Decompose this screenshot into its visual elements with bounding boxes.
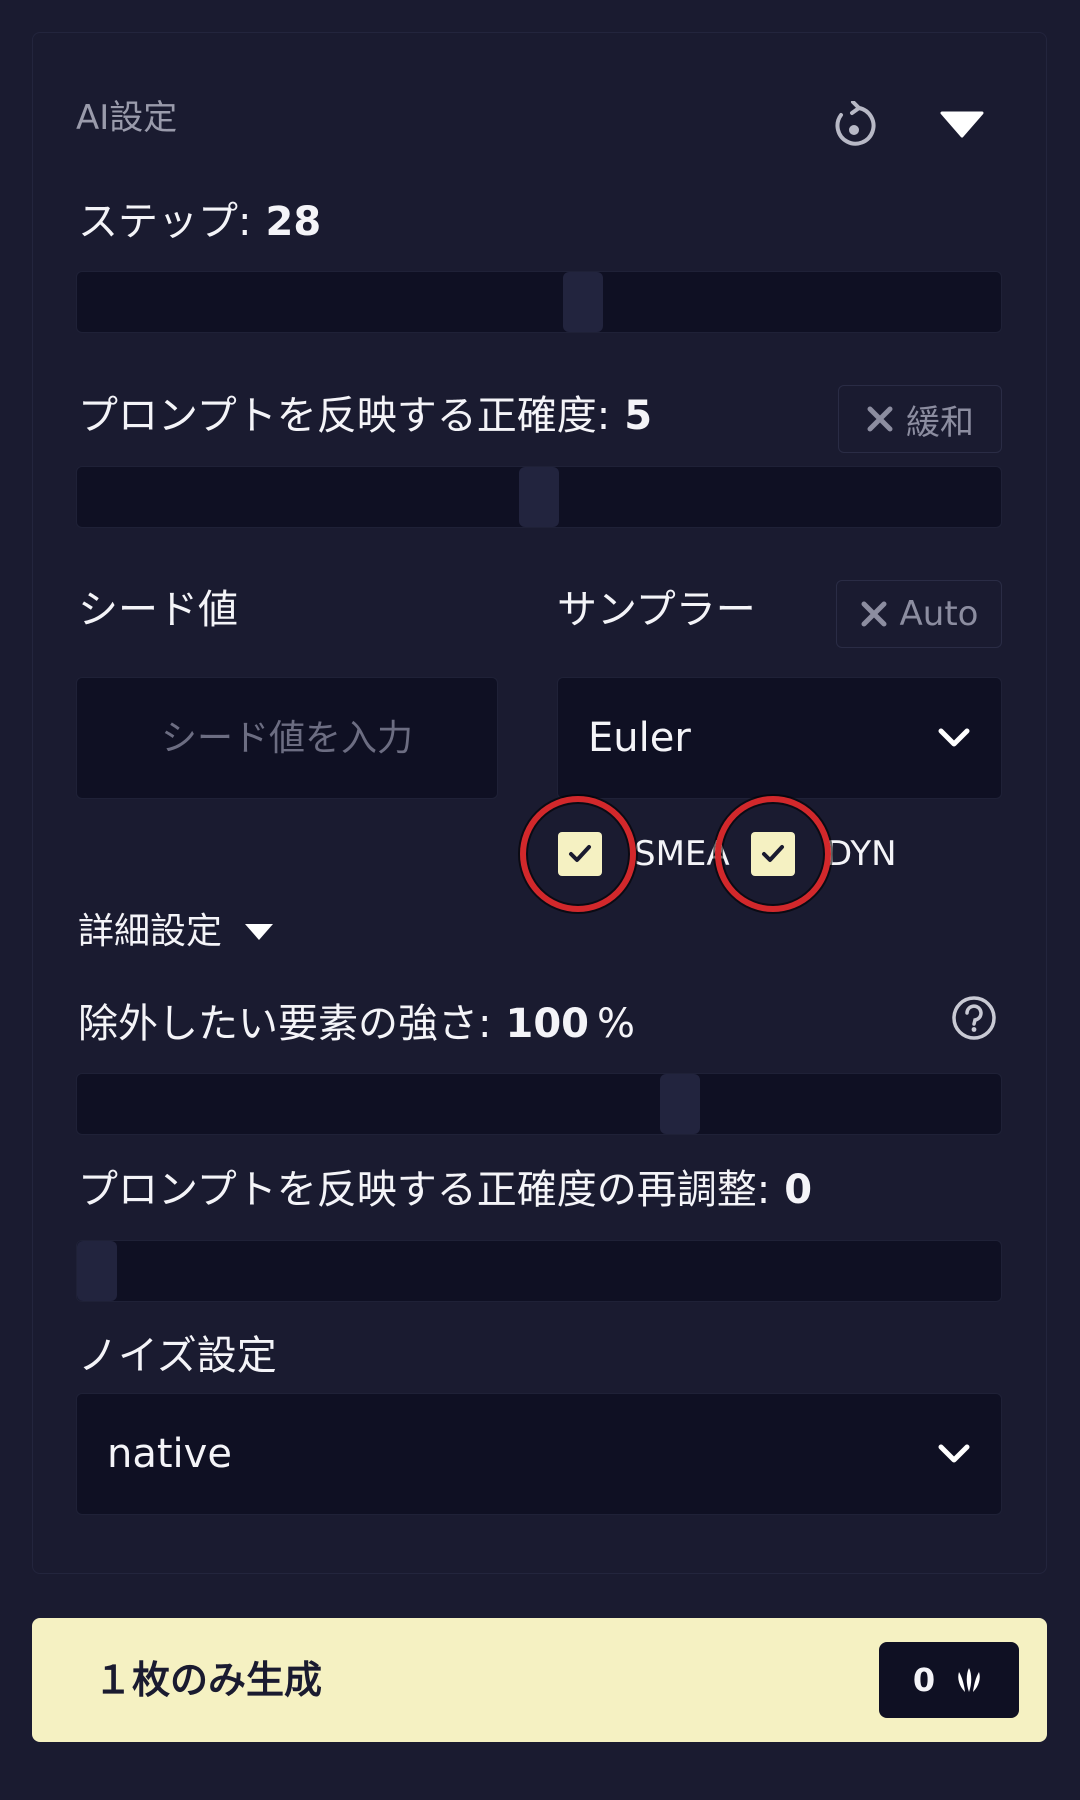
negative-strength-value: 100 [505,1001,589,1047]
noise-selected-value: native [107,1431,232,1477]
panel-title: AI設定 [76,98,178,138]
reset-icon [835,101,876,146]
cfg-rescale-value: 0 [784,1167,813,1213]
negative-strength-label-text: 除外したい要素の強さ: [78,1001,492,1047]
sampler-selected-value: Euler [588,715,691,761]
generate-button[interactable]: １枚のみ生成 0 [32,1618,1047,1742]
help-button[interactable] [950,994,998,1042]
steps-value: 28 [265,199,322,245]
smea-checkbox[interactable] [558,832,602,876]
cfg-label-text: プロンプトを反映する正確度: [78,393,611,439]
steps-slider[interactable] [76,271,1002,333]
caret-down-icon [940,111,984,138]
help-icon [952,996,996,1040]
cfg-rescale-slider-thumb[interactable] [77,1241,117,1301]
sampler-auto-chip-label: Auto [899,594,979,634]
steps-label: ステップ: 28 [78,196,321,248]
negative-strength-unit: % [596,1001,635,1047]
collapse-button[interactable] [934,100,990,148]
cfg-label: プロンプトを反映する正確度: 5 [78,390,652,442]
negative-strength-slider[interactable] [76,1073,1002,1135]
noise-label: ノイズ設定 [78,1333,277,1379]
advanced-settings-label: 詳細設定 [78,911,223,952]
steps-label-text: ステップ: [78,199,252,245]
anlas-icon [958,1668,980,1692]
cfg-slider[interactable] [76,466,1002,528]
dyn-label: DYN [826,834,897,874]
cfg-rescale-slider[interactable] [76,1240,1002,1302]
chevron-down-icon [938,1444,970,1463]
noise-select[interactable]: native [76,1393,1002,1515]
cfg-relax-chip[interactable]: 緩和 [838,385,1002,453]
dyn-checkbox[interactable] [751,832,795,876]
negative-strength-slider-thumb[interactable] [660,1074,701,1134]
cfg-value: 5 [624,393,653,439]
seed-label: シード値 [78,587,238,633]
cfg-slider-thumb[interactable] [519,467,559,527]
sampler-label: サンプラー [557,587,756,633]
generate-button-label: １枚のみ生成 [94,1658,323,1702]
caret-down-icon [245,924,274,940]
check-icon [762,845,784,862]
advanced-settings-toggle[interactable]: 詳細設定 [78,908,274,956]
close-icon [867,406,893,432]
reset-button[interactable] [828,96,880,156]
cfg-relax-chip-label: 緩和 [906,402,974,443]
chevron-down-icon [938,728,970,747]
close-icon [861,601,887,627]
steps-slider-thumb[interactable] [563,272,604,332]
smea-label: SMEA [634,834,730,874]
negative-strength-label: 除外したい要素の強さ: 100% [78,998,635,1050]
anlas-cost-badge: 0 [879,1642,1019,1718]
cfg-rescale-label: プロンプトを反映する正確度の再調整: 0 [78,1164,812,1216]
seed-input[interactable] [76,677,498,799]
sampler-auto-chip[interactable]: Auto [836,580,1002,648]
sampler-select[interactable]: Euler [557,677,1002,799]
anlas-cost-value: 0 [912,1661,936,1699]
cfg-rescale-label-text: プロンプトを反映する正確度の再調整: [78,1167,771,1213]
check-icon [569,845,591,862]
